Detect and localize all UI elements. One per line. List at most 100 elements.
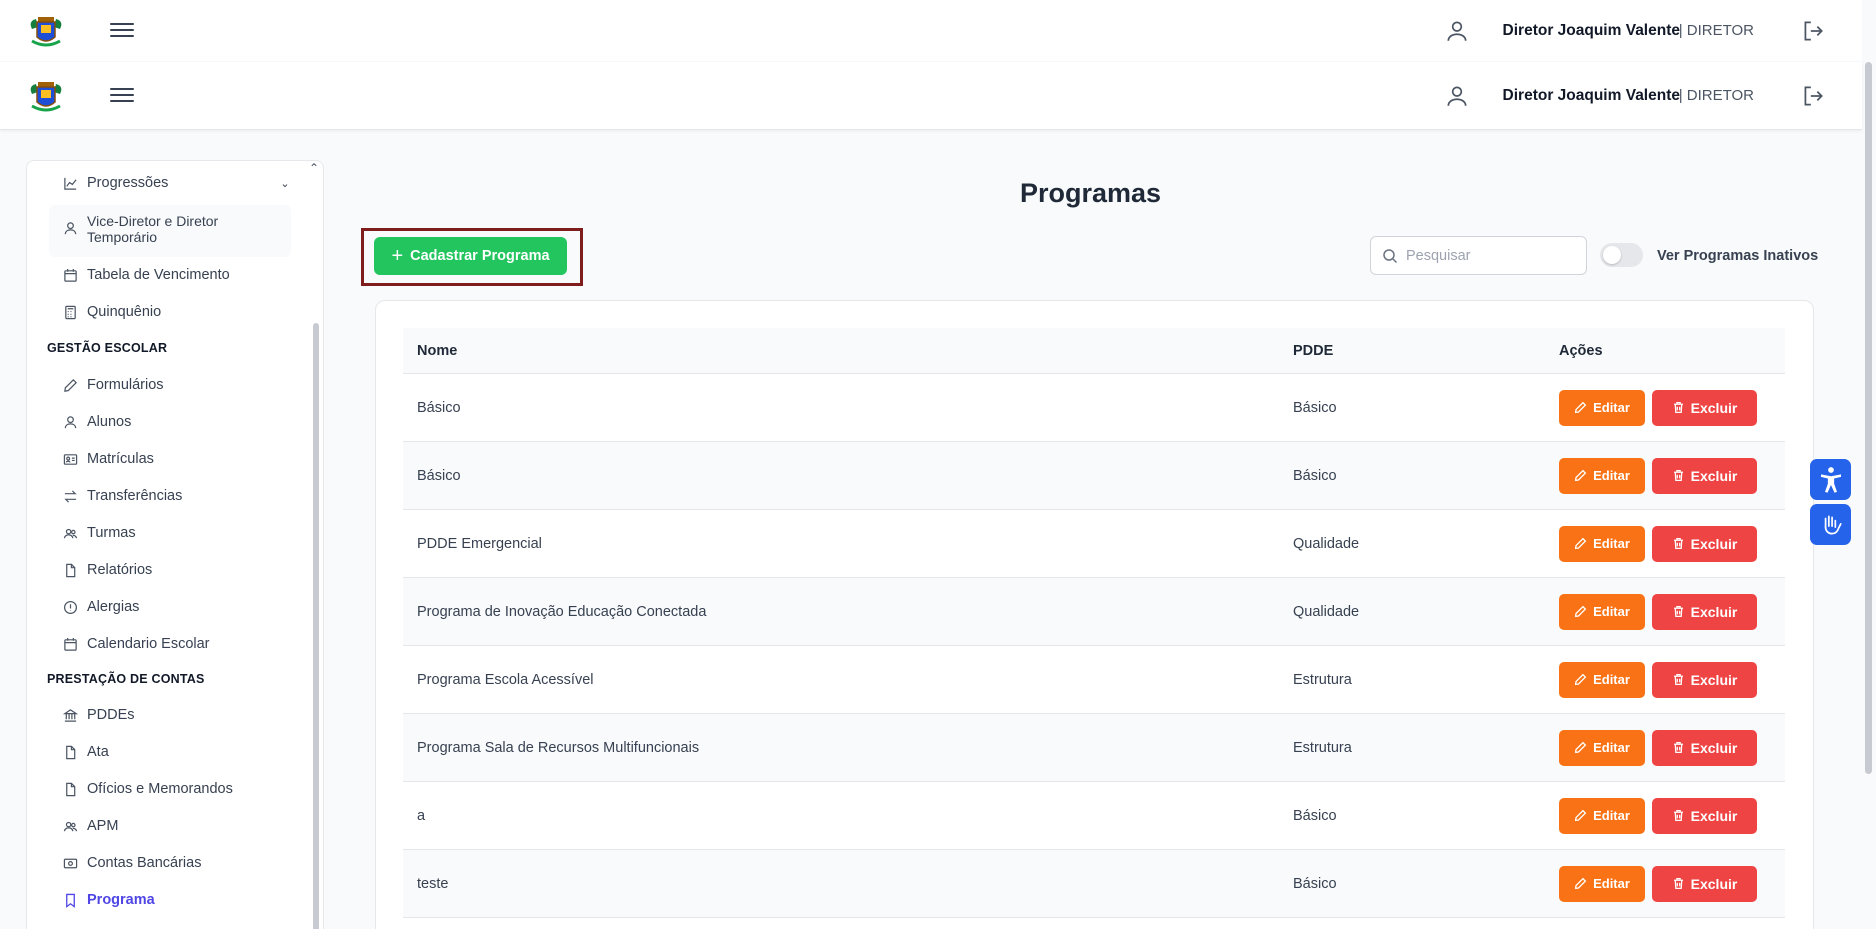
sidebar-item-programa[interactable]: Programa <box>63 892 155 908</box>
cell-actions: Editar Excluir <box>1559 729 1757 766</box>
sidebar-item-ata[interactable]: Ata <box>63 744 109 760</box>
sidebar-item-relatorios[interactable]: Relatórios <box>63 562 152 578</box>
edit-label: Editar <box>1593 536 1630 551</box>
edit-button[interactable]: Editar <box>1559 593 1645 630</box>
trash-icon <box>1673 741 1683 754</box>
search-icon <box>1383 248 1398 263</box>
sidebar-item-label: Tabela de Vencimento <box>87 267 230 283</box>
cell-actions: Editar Excluir <box>1559 389 1757 426</box>
delete-button[interactable]: Excluir <box>1652 661 1757 698</box>
users-icon <box>63 528 78 538</box>
sidebar-item-calendario[interactable]: Calendario Escolar <box>63 636 210 652</box>
edit-button[interactable]: Editar <box>1559 797 1645 834</box>
sidebar-item-label: Quinquênio <box>87 304 162 320</box>
search-box[interactable] <box>1370 236 1587 275</box>
table-row: PDDE Emergencial Qualidade Editar Exclui… <box>403 510 1785 578</box>
logout-icon[interactable] <box>1800 83 1826 109</box>
sidebar-item-label: Transferências <box>87 488 183 504</box>
edit-label: Editar <box>1593 468 1630 483</box>
sidebar-item-alergias[interactable]: Alergias <box>63 599 139 615</box>
edit-button[interactable]: Editar <box>1559 457 1645 494</box>
sidebar-item-alunos[interactable]: Alunos <box>63 414 131 430</box>
file-icon <box>66 745 76 759</box>
calendar-icon <box>64 637 77 651</box>
trash-icon <box>1673 537 1683 550</box>
edit-button[interactable]: Editar <box>1559 865 1645 902</box>
trash-icon <box>1673 673 1683 686</box>
sign-language-button[interactable] <box>1810 504 1851 545</box>
edit-button[interactable]: Editar <box>1559 389 1645 426</box>
sidebar-item-oficios[interactable]: Ofícios e Memorandos <box>63 781 233 797</box>
edit-button[interactable]: Editar <box>1559 729 1645 766</box>
logout-icon[interactable] <box>1800 18 1826 44</box>
accessibility-button[interactable] <box>1810 459 1851 500</box>
table-row: Programa Sala de Recursos Multifuncionai… <box>403 714 1785 782</box>
user-role: | DIRETOR <box>1678 22 1754 39</box>
add-program-button[interactable]: + Cadastrar Programa <box>374 237 567 275</box>
sidebar-item-label: Alunos <box>87 414 132 430</box>
delete-label: Excluir <box>1690 535 1738 552</box>
delete-button[interactable]: Excluir <box>1652 525 1757 562</box>
sidebar-item-contas-bancarias[interactable]: Contas Bancárias <box>63 855 201 871</box>
sidebar-item-pddes[interactable]: PDDEs <box>63 707 135 723</box>
delete-button[interactable]: Excluir <box>1652 729 1757 766</box>
cell-actions: Editar Excluir <box>1559 593 1757 630</box>
delete-button[interactable]: Excluir <box>1652 865 1757 902</box>
pencil-icon <box>1574 605 1587 618</box>
programs-table: Nome PDDE Ações Básico Básico Editar Exc… <box>403 328 1785 918</box>
sidebar-scrollbar[interactable] <box>313 323 319 929</box>
inactive-programs-toggle[interactable] <box>1600 243 1643 267</box>
page-scrollbar[interactable] <box>1865 62 1872 774</box>
sidebar-item-matriculas[interactable]: Matrículas <box>63 451 154 467</box>
delete-button[interactable]: Excluir <box>1652 389 1757 426</box>
sidebar-item-progressoes[interactable]: Progressões ⌄ <box>63 175 290 191</box>
column-header-nome: Nome <box>417 342 458 359</box>
cell-nome: teste <box>417 875 449 892</box>
cell-pdde: Básico <box>1293 807 1337 824</box>
pencil-icon <box>1574 741 1587 754</box>
sidebar-item-label: Vice-Diretor e Diretor <box>87 213 219 229</box>
delete-button[interactable]: Excluir <box>1652 593 1757 630</box>
sidebar-scroll-up-icon[interactable]: ⌃ <box>309 161 319 175</box>
edit-button[interactable]: Editar <box>1559 525 1645 562</box>
cell-pdde: Básico <box>1293 467 1337 484</box>
search-input[interactable] <box>1406 247 1566 264</box>
edit-label: Editar <box>1593 604 1630 619</box>
sidebar-item-label: Contas Bancárias <box>87 855 202 871</box>
chevron-down-icon[interactable]: ⌄ <box>280 177 289 190</box>
cell-nome: Programa Sala de Recursos Multifuncionai… <box>417 739 700 756</box>
delete-button[interactable]: Excluir <box>1652 797 1757 834</box>
edit-label: Editar <box>1593 876 1630 891</box>
delete-button[interactable]: Excluir <box>1652 457 1757 494</box>
sidebar-item-vice-diretor[interactable]: Vice-Diretor e Diretor Temporário <box>63 213 218 245</box>
sidebar-item-apm[interactable]: APM <box>63 818 118 834</box>
pencil-icon <box>1574 401 1587 414</box>
sidebar-item-turmas[interactable]: Turmas <box>63 525 136 541</box>
calendar-icon <box>64 268 77 282</box>
banknote-icon <box>63 858 78 868</box>
edit-button[interactable]: Editar <box>1559 661 1645 698</box>
sidebar-item-quinquenio[interactable]: Quinquênio <box>63 304 161 320</box>
column-header-acoes: Ações <box>1559 342 1603 359</box>
cell-pdde: Qualidade <box>1293 603 1360 620</box>
edit-label: Editar <box>1593 808 1630 823</box>
table-header: Nome PDDE Ações <box>403 328 1785 374</box>
logo-crest-icon[interactable] <box>26 76 66 116</box>
delete-label: Excluir <box>1690 399 1738 416</box>
sidebar-item-transferencias[interactable]: Transferências <box>63 488 182 504</box>
pencil-icon <box>1574 877 1587 890</box>
user-icon <box>1444 18 1470 44</box>
sidebar-item-tabela-vencimento[interactable]: Tabela de Vencimento <box>63 267 230 283</box>
logo-crest-icon[interactable] <box>26 11 66 51</box>
sidebar-item-label: Alergias <box>87 599 140 615</box>
calculator-icon <box>65 305 76 319</box>
trash-icon <box>1673 605 1683 618</box>
delete-label: Excluir <box>1690 603 1738 620</box>
menu-icon[interactable] <box>110 84 134 108</box>
cell-pdde: Estrutura <box>1293 671 1352 688</box>
cell-pdde: Qualidade <box>1293 535 1360 552</box>
edit-label: Editar <box>1593 740 1630 755</box>
cell-nome: Básico <box>417 467 461 484</box>
menu-icon[interactable] <box>110 19 134 43</box>
sidebar-item-formularios[interactable]: Formulários <box>63 377 164 393</box>
